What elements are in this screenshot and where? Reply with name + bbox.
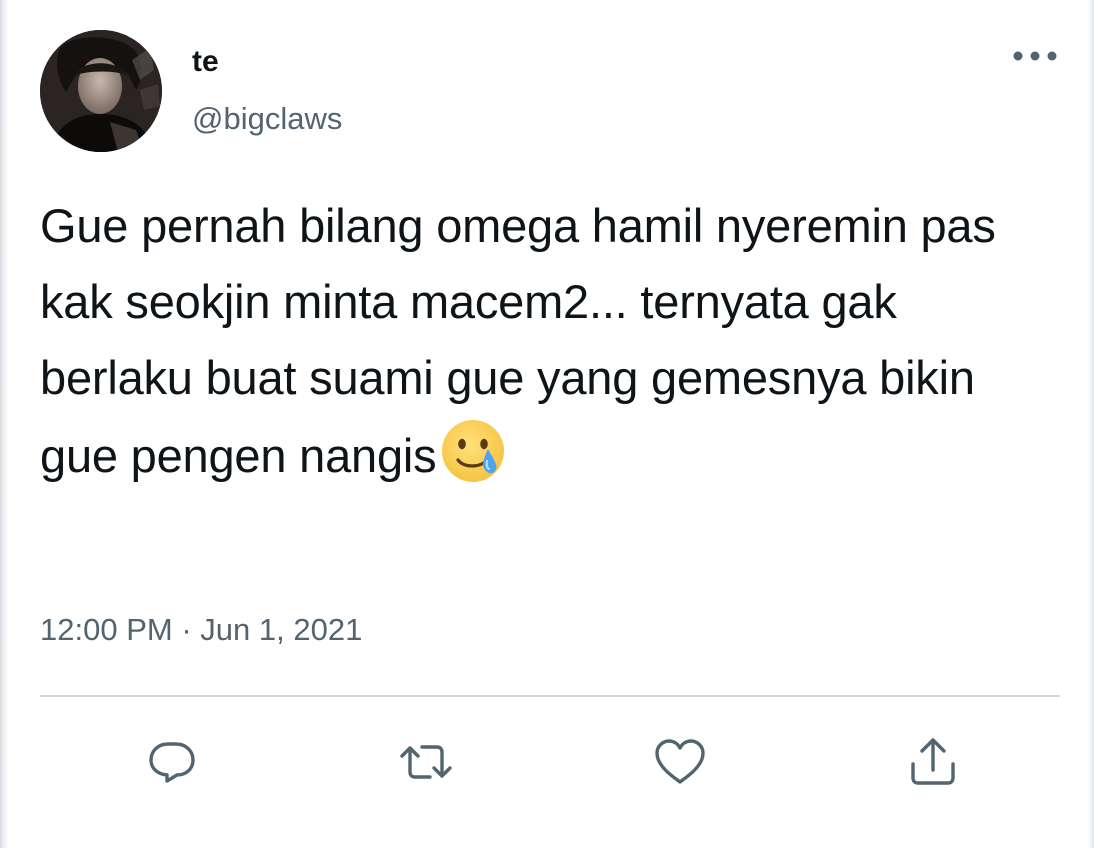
reply-button[interactable] bbox=[142, 732, 202, 792]
like-button[interactable] bbox=[650, 732, 710, 792]
profile-photo bbox=[40, 30, 162, 152]
tweet-body: Gue pernah bilang omega hamil nyeremin p… bbox=[40, 199, 996, 482]
right-edge-shadow bbox=[1088, 0, 1094, 848]
divider bbox=[40, 695, 1060, 697]
heart-icon bbox=[655, 739, 705, 784]
retweet-button[interactable] bbox=[396, 732, 456, 792]
tweet-timestamp[interactable]: 12:00 PM · Jun 1, 2021 bbox=[40, 610, 362, 650]
more-options-button[interactable] bbox=[1008, 38, 1062, 74]
share-button[interactable] bbox=[903, 732, 963, 792]
timestamp-separator: · bbox=[181, 612, 192, 647]
left-edge-shadow bbox=[0, 0, 8, 848]
retweet-icon bbox=[400, 745, 452, 779]
smiling-face-with-tear-icon bbox=[438, 416, 508, 486]
user-handle[interactable]: @bigclaws bbox=[192, 100, 342, 138]
tweet-date: Jun 1, 2021 bbox=[200, 612, 363, 647]
display-name[interactable]: te bbox=[192, 44, 219, 80]
avatar[interactable] bbox=[40, 30, 162, 152]
more-dots-icon bbox=[1013, 51, 1057, 61]
tweet-time: 12:00 PM bbox=[40, 612, 173, 647]
reply-icon bbox=[149, 742, 195, 783]
share-icon bbox=[911, 738, 955, 785]
tweet-text: Gue pernah bilang omega hamil nyeremin p… bbox=[40, 188, 1050, 494]
